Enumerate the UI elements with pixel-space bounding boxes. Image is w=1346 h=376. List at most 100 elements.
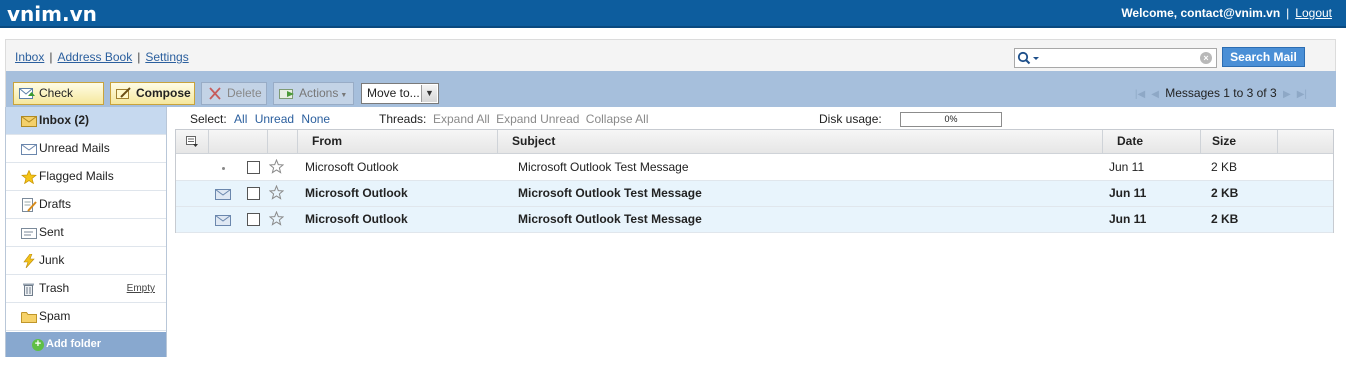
folder-spam[interactable]: Spam (6, 303, 166, 331)
row-checkbox[interactable] (247, 187, 260, 200)
column-status (209, 130, 268, 153)
folder-flagged-mails[interactable]: Flagged Mails (6, 163, 166, 191)
select-label: Select: (190, 112, 227, 126)
unread-envelope-icon (215, 189, 231, 200)
move-to-select[interactable]: Move to... ▼ (361, 83, 439, 104)
actions-label: Actions (299, 86, 339, 100)
disk-usage-value: 0% (944, 114, 958, 124)
actions-icon (279, 89, 294, 99)
nav-settings-link[interactable]: Settings (145, 50, 188, 64)
last-page-icon[interactable]: ▶| (1297, 89, 1307, 100)
star-icon[interactable] (269, 211, 284, 226)
pager: |◀ ◀ Messages 1 to 3 of 3 ▶ ▶| (1132, 86, 1310, 100)
chevron-down-icon: ▼ (421, 85, 437, 102)
nav-bar: Inbox | Address Book | Settings × Search Mai… (5, 39, 1336, 71)
chevron-down-icon: ▼ (340, 92, 348, 99)
threads-label: Threads: (379, 112, 427, 126)
row-size: 2 KB (1211, 212, 1239, 226)
disk-usage-label: Disk usage: (819, 112, 882, 126)
row-date: Jun 11 (1109, 186, 1147, 200)
table-header: From Subject Date Size (176, 130, 1333, 154)
row-size: 2 KB (1211, 186, 1239, 200)
expand-unread-link[interactable]: Expand Unread (496, 112, 579, 126)
collapse-all-link[interactable]: Collapse All (586, 112, 649, 126)
folder-unread-mails[interactable]: Unread Mails (6, 135, 166, 163)
table-row[interactable]: Microsoft Outlook Microsoft Outlook Test… (176, 155, 1333, 181)
nav-address-book-link[interactable]: Address Book (57, 50, 132, 64)
empty-trash-link[interactable]: Empty (127, 275, 155, 302)
search-box: × (1014, 48, 1217, 68)
nav-separator: | (49, 50, 53, 64)
folder-trash[interactable]: Trash Empty (6, 275, 166, 303)
row-checkbox[interactable] (247, 161, 260, 174)
select-none-link[interactable]: None (301, 112, 330, 126)
actions-button[interactable]: Actions ▼ (273, 82, 354, 105)
star-icon[interactable] (269, 185, 284, 200)
welcome-text: Welcome, contact@vnim.vn (1121, 6, 1281, 20)
select-unread-link[interactable]: Unread (255, 112, 294, 126)
expand-all-link[interactable]: Expand All (433, 112, 490, 126)
row-checkbox[interactable] (247, 213, 260, 226)
row-from: Microsoft Outlook (305, 212, 408, 226)
column-options-icon[interactable] (176, 130, 209, 153)
folder-label: Inbox (2) (39, 113, 89, 127)
table-row[interactable]: Microsoft Outlook Microsoft Outlook Test… (176, 181, 1333, 207)
column-size[interactable]: Size (1201, 130, 1278, 153)
column-subject[interactable]: Subject (498, 130, 1103, 153)
folder-sent[interactable]: Sent (6, 219, 166, 247)
header-separator: | (1286, 6, 1290, 20)
folder-label: Junk (39, 253, 65, 267)
pager-text: Messages 1 to 3 of 3 (1165, 86, 1277, 100)
star-icon[interactable] (269, 159, 284, 174)
folder-label: Drafts (39, 197, 72, 211)
next-page-icon[interactable]: ▶ (1283, 89, 1291, 100)
check-mail-button[interactable]: Check Mail (13, 82, 104, 121)
prev-page-icon[interactable]: ◀ (1151, 89, 1159, 100)
column-date[interactable]: Date (1103, 130, 1201, 153)
folder-icon (21, 312, 37, 323)
unread-envelope-icon (215, 215, 231, 226)
check-mail-icon (19, 88, 35, 99)
row-date: Jun 11 (1109, 212, 1147, 226)
compose-label: Compose (136, 86, 191, 100)
search-input[interactable] (1045, 50, 1195, 66)
row-subject: Microsoft Outlook Test Message (518, 212, 702, 226)
lightning-icon (23, 254, 35, 268)
add-folder-button[interactable]: + Add folder (6, 332, 166, 357)
compose-button[interactable]: Compose (110, 82, 195, 105)
trash-icon (23, 283, 34, 296)
compose-icon (116, 87, 131, 99)
column-flag (268, 130, 298, 153)
search-icon[interactable] (1017, 51, 1043, 66)
first-page-icon[interactable]: |◀ (1135, 89, 1145, 100)
brand-logo: vnim.vn (7, 2, 97, 26)
nav-inbox-link[interactable]: Inbox (15, 50, 44, 64)
row-date: Jun 11 (1109, 160, 1145, 174)
envelope-icon (21, 144, 37, 155)
folder-junk[interactable]: Junk (6, 247, 166, 275)
delete-label: Delete (227, 86, 262, 100)
message-table: From Subject Date Size Microsoft Outlook… (175, 129, 1334, 233)
row-size: 2 KB (1211, 160, 1238, 174)
drafts-icon (22, 198, 37, 212)
folder-inbox[interactable]: Inbox (2) (6, 107, 166, 135)
star-icon (21, 170, 37, 184)
read-status-icon (222, 167, 225, 170)
folder-label: Unread Mails (39, 141, 110, 155)
folder-label: Trash (39, 281, 70, 295)
search-mail-button[interactable]: Search Mail (1222, 47, 1305, 67)
clear-search-icon[interactable]: × (1200, 52, 1212, 64)
sent-icon (21, 228, 37, 239)
toolbar: Check Mail Compose Delete Actions▼ Move … (5, 71, 1336, 121)
logout-link[interactable]: Logout (1295, 6, 1332, 20)
folder-drafts[interactable]: Drafts (6, 191, 166, 219)
user-box: Welcome, contact@vnim.vn | Logout (1121, 6, 1332, 20)
column-from[interactable]: From (298, 130, 498, 153)
inbox-icon (21, 116, 37, 127)
delete-button[interactable]: Delete (201, 82, 267, 105)
top-header: vnim.vn Welcome, contact@vnim.vn | Logout (0, 0, 1346, 28)
select-all-link[interactable]: All (234, 112, 247, 126)
folder-label: Spam (39, 309, 71, 323)
folder-sidebar: Inbox (2) Unread Mails Flagged Mails Dra… (5, 107, 167, 357)
table-row[interactable]: Microsoft Outlook Microsoft Outlook Test… (176, 207, 1333, 233)
